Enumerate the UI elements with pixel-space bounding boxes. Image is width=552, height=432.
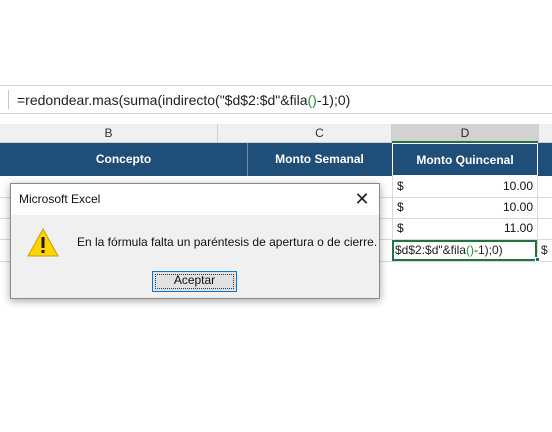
- header-monto-quincenal[interactable]: Monto Quincenal: [392, 143, 538, 176]
- header-monto-semanal[interactable]: Monto Semanal: [248, 143, 391, 176]
- cell-d-row-3[interactable]: $11.00: [393, 219, 537, 238]
- formula-text[interactable]: =redondear.mas(suma(indirecto("$d$2:$d"&…: [17, 90, 350, 110]
- edit-head: $d$2:$d"&fila: [395, 243, 466, 257]
- column-separator: [538, 124, 539, 143]
- cell-e-partial[interactable]: $: [541, 241, 548, 260]
- cell-d-row-1[interactable]: $10.00: [393, 177, 537, 196]
- formula-bar-divider: [8, 90, 9, 109]
- column-header-d[interactable]: D: [392, 124, 538, 143]
- amount: 10.00: [502, 179, 533, 193]
- dialog-title: Microsoft Excel: [19, 192, 101, 206]
- close-icon[interactable]: ✕: [350, 188, 374, 210]
- accept-button[interactable]: Aceptar: [152, 271, 237, 292]
- column-separator: [217, 124, 218, 143]
- currency-symbol: $: [397, 200, 404, 214]
- currency-symbol: $: [397, 221, 404, 235]
- currency-symbol: $: [397, 179, 404, 193]
- header-concepto[interactable]: Concepto: [0, 143, 247, 176]
- focus-rectangle: [155, 274, 234, 289]
- formula-head: =redondear.mas(suma(indirecto("$d$2:$d"&…: [17, 92, 308, 108]
- formula-tail: -1);0): [316, 92, 351, 108]
- column-header-b[interactable]: B: [0, 124, 217, 143]
- warning-icon: [27, 228, 59, 257]
- edit-tail: -1);0): [473, 243, 503, 257]
- amount: 10.00: [502, 200, 533, 214]
- column-header-c[interactable]: C: [248, 124, 391, 143]
- grid-line: [537, 176, 538, 262]
- fill-handle[interactable]: [535, 257, 540, 262]
- cell-d-row-2[interactable]: $10.00: [393, 198, 537, 217]
- dialog-message: En la fórmula falta un paréntesis de ape…: [77, 235, 378, 249]
- active-cell-editor[interactable]: $d$2:$d"&fila()-1);0): [392, 240, 537, 261]
- amount: 11.00: [503, 221, 533, 235]
